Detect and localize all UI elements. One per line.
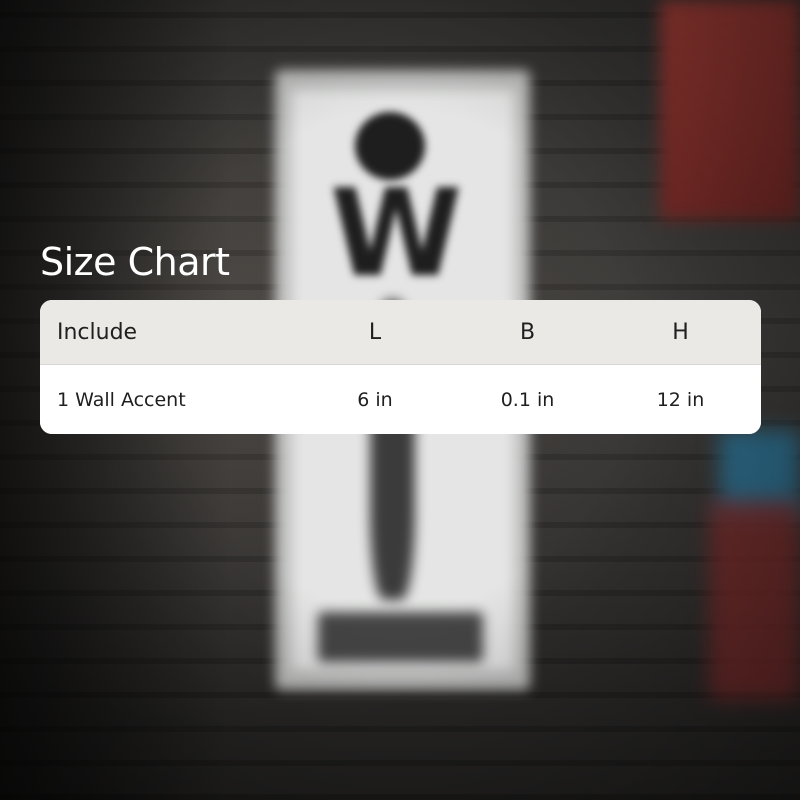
header-length: L [368,319,382,345]
table-header-row: Include L B H [40,300,761,365]
cell-height: 12 in [656,389,705,411]
size-chart-table: Include L B H 1 Wall Accent 6 in 0.1 in … [40,300,761,434]
size-chart-title: Size Chart [40,240,230,284]
header-include: Include [57,319,138,345]
cell-breadth: 0.1 in [500,389,555,411]
header-height: H [672,319,689,345]
cell-length: 6 in [357,389,393,411]
table-row: 1 Wall Accent 6 in 0.1 in 12 in [40,365,761,434]
header-breadth: B [519,319,536,345]
cell-include: 1 Wall Accent [57,389,186,411]
